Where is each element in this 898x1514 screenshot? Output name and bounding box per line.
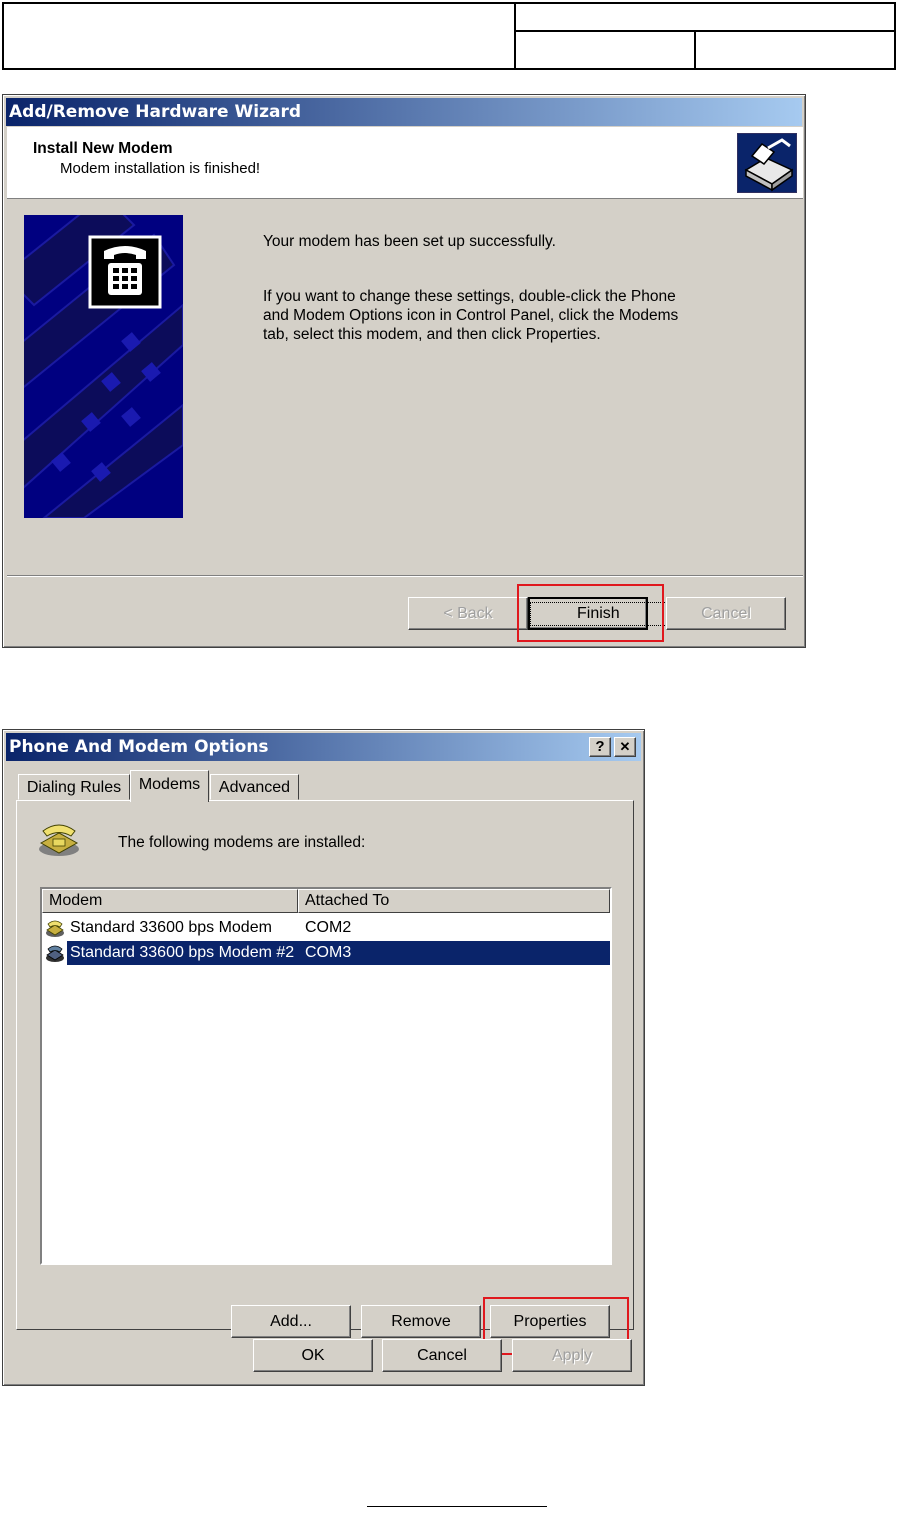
wizard-instruction-line: and Modem Options icon in Control Panel,… xyxy=(263,307,679,324)
tab-modems[interactable]: Modems xyxy=(130,770,209,802)
wizard-separator xyxy=(7,575,803,577)
column-header-attached-to[interactable]: Attached To xyxy=(298,889,610,913)
telephone-icon xyxy=(37,819,81,859)
tab-advanced[interactable]: Advanced xyxy=(210,774,299,800)
close-icon: ✕ xyxy=(619,739,631,754)
modem-icon xyxy=(45,918,65,938)
header-divider xyxy=(514,30,894,32)
back-button[interactable]: < Back xyxy=(408,597,528,630)
wizard-success-message: Your modem has been set up successfully. xyxy=(263,233,556,250)
modem-port: COM3 xyxy=(305,944,352,961)
wizard-title-bar[interactable]: Add/Remove Hardware Wizard xyxy=(6,98,802,126)
phone-modem-options-dialog: Phone And Modem Options ? ✕ Dialing Rule… xyxy=(2,729,645,1386)
footer-rule xyxy=(367,1506,547,1507)
modems-tab-panel: The following modems are installed: Mode… xyxy=(16,800,634,1355)
header-divider xyxy=(514,4,516,68)
close-button[interactable]: ✕ xyxy=(614,737,636,757)
modem-list[interactable]: Modem Attached To Standard 33600 bps Mod… xyxy=(40,887,612,1265)
help-button[interactable]: ? xyxy=(589,737,611,757)
wizard-subheading: Modem installation is finished! xyxy=(60,160,261,177)
wizard-heading: Install New Modem xyxy=(33,140,173,157)
wizard-instruction-line: tab, select this modem, and then click P… xyxy=(263,326,601,343)
dialog-cancel-button[interactable]: Cancel xyxy=(382,1339,502,1372)
tab-dialing-rules[interactable]: Dialing Rules xyxy=(18,774,130,800)
header-divider xyxy=(694,30,696,68)
table-row[interactable]: Standard 33600 bps Modem #2 COM3 xyxy=(42,941,610,965)
modem-port: COM2 xyxy=(305,919,352,936)
document-header-table xyxy=(2,2,896,70)
phone-modem-title-bar[interactable]: Phone And Modem Options xyxy=(6,733,641,761)
column-header-modem[interactable]: Modem xyxy=(42,889,298,913)
modems-installed-label: The following modems are installed: xyxy=(118,834,366,851)
cancel-button[interactable]: Cancel xyxy=(666,597,786,630)
modem-name: Standard 33600 bps Modem xyxy=(70,919,272,936)
wizard-header: Install New Modem Modem installation is … xyxy=(7,127,803,199)
ok-button[interactable]: OK xyxy=(253,1339,373,1372)
apply-button[interactable]: Apply xyxy=(512,1339,632,1372)
hardware-box-icon xyxy=(737,133,797,193)
remove-button[interactable]: Remove xyxy=(361,1305,481,1338)
table-row[interactable]: Standard 33600 bps Modem COM2 xyxy=(42,916,610,940)
wizard-title: Add/Remove Hardware Wizard xyxy=(9,102,302,122)
modem-icon xyxy=(45,943,65,963)
wizard-instruction-line: If you want to change these settings, do… xyxy=(263,288,676,305)
add-button[interactable]: Add... xyxy=(231,1305,351,1338)
finish-highlight-box xyxy=(517,584,664,642)
phone-modem-title: Phone And Modem Options xyxy=(9,737,269,757)
wizard-side-graphic xyxy=(24,215,183,518)
hardware-wizard-dialog: Add/Remove Hardware Wizard Install New M… xyxy=(2,94,806,648)
modem-name: Standard 33600 bps Modem #2 xyxy=(70,944,295,961)
